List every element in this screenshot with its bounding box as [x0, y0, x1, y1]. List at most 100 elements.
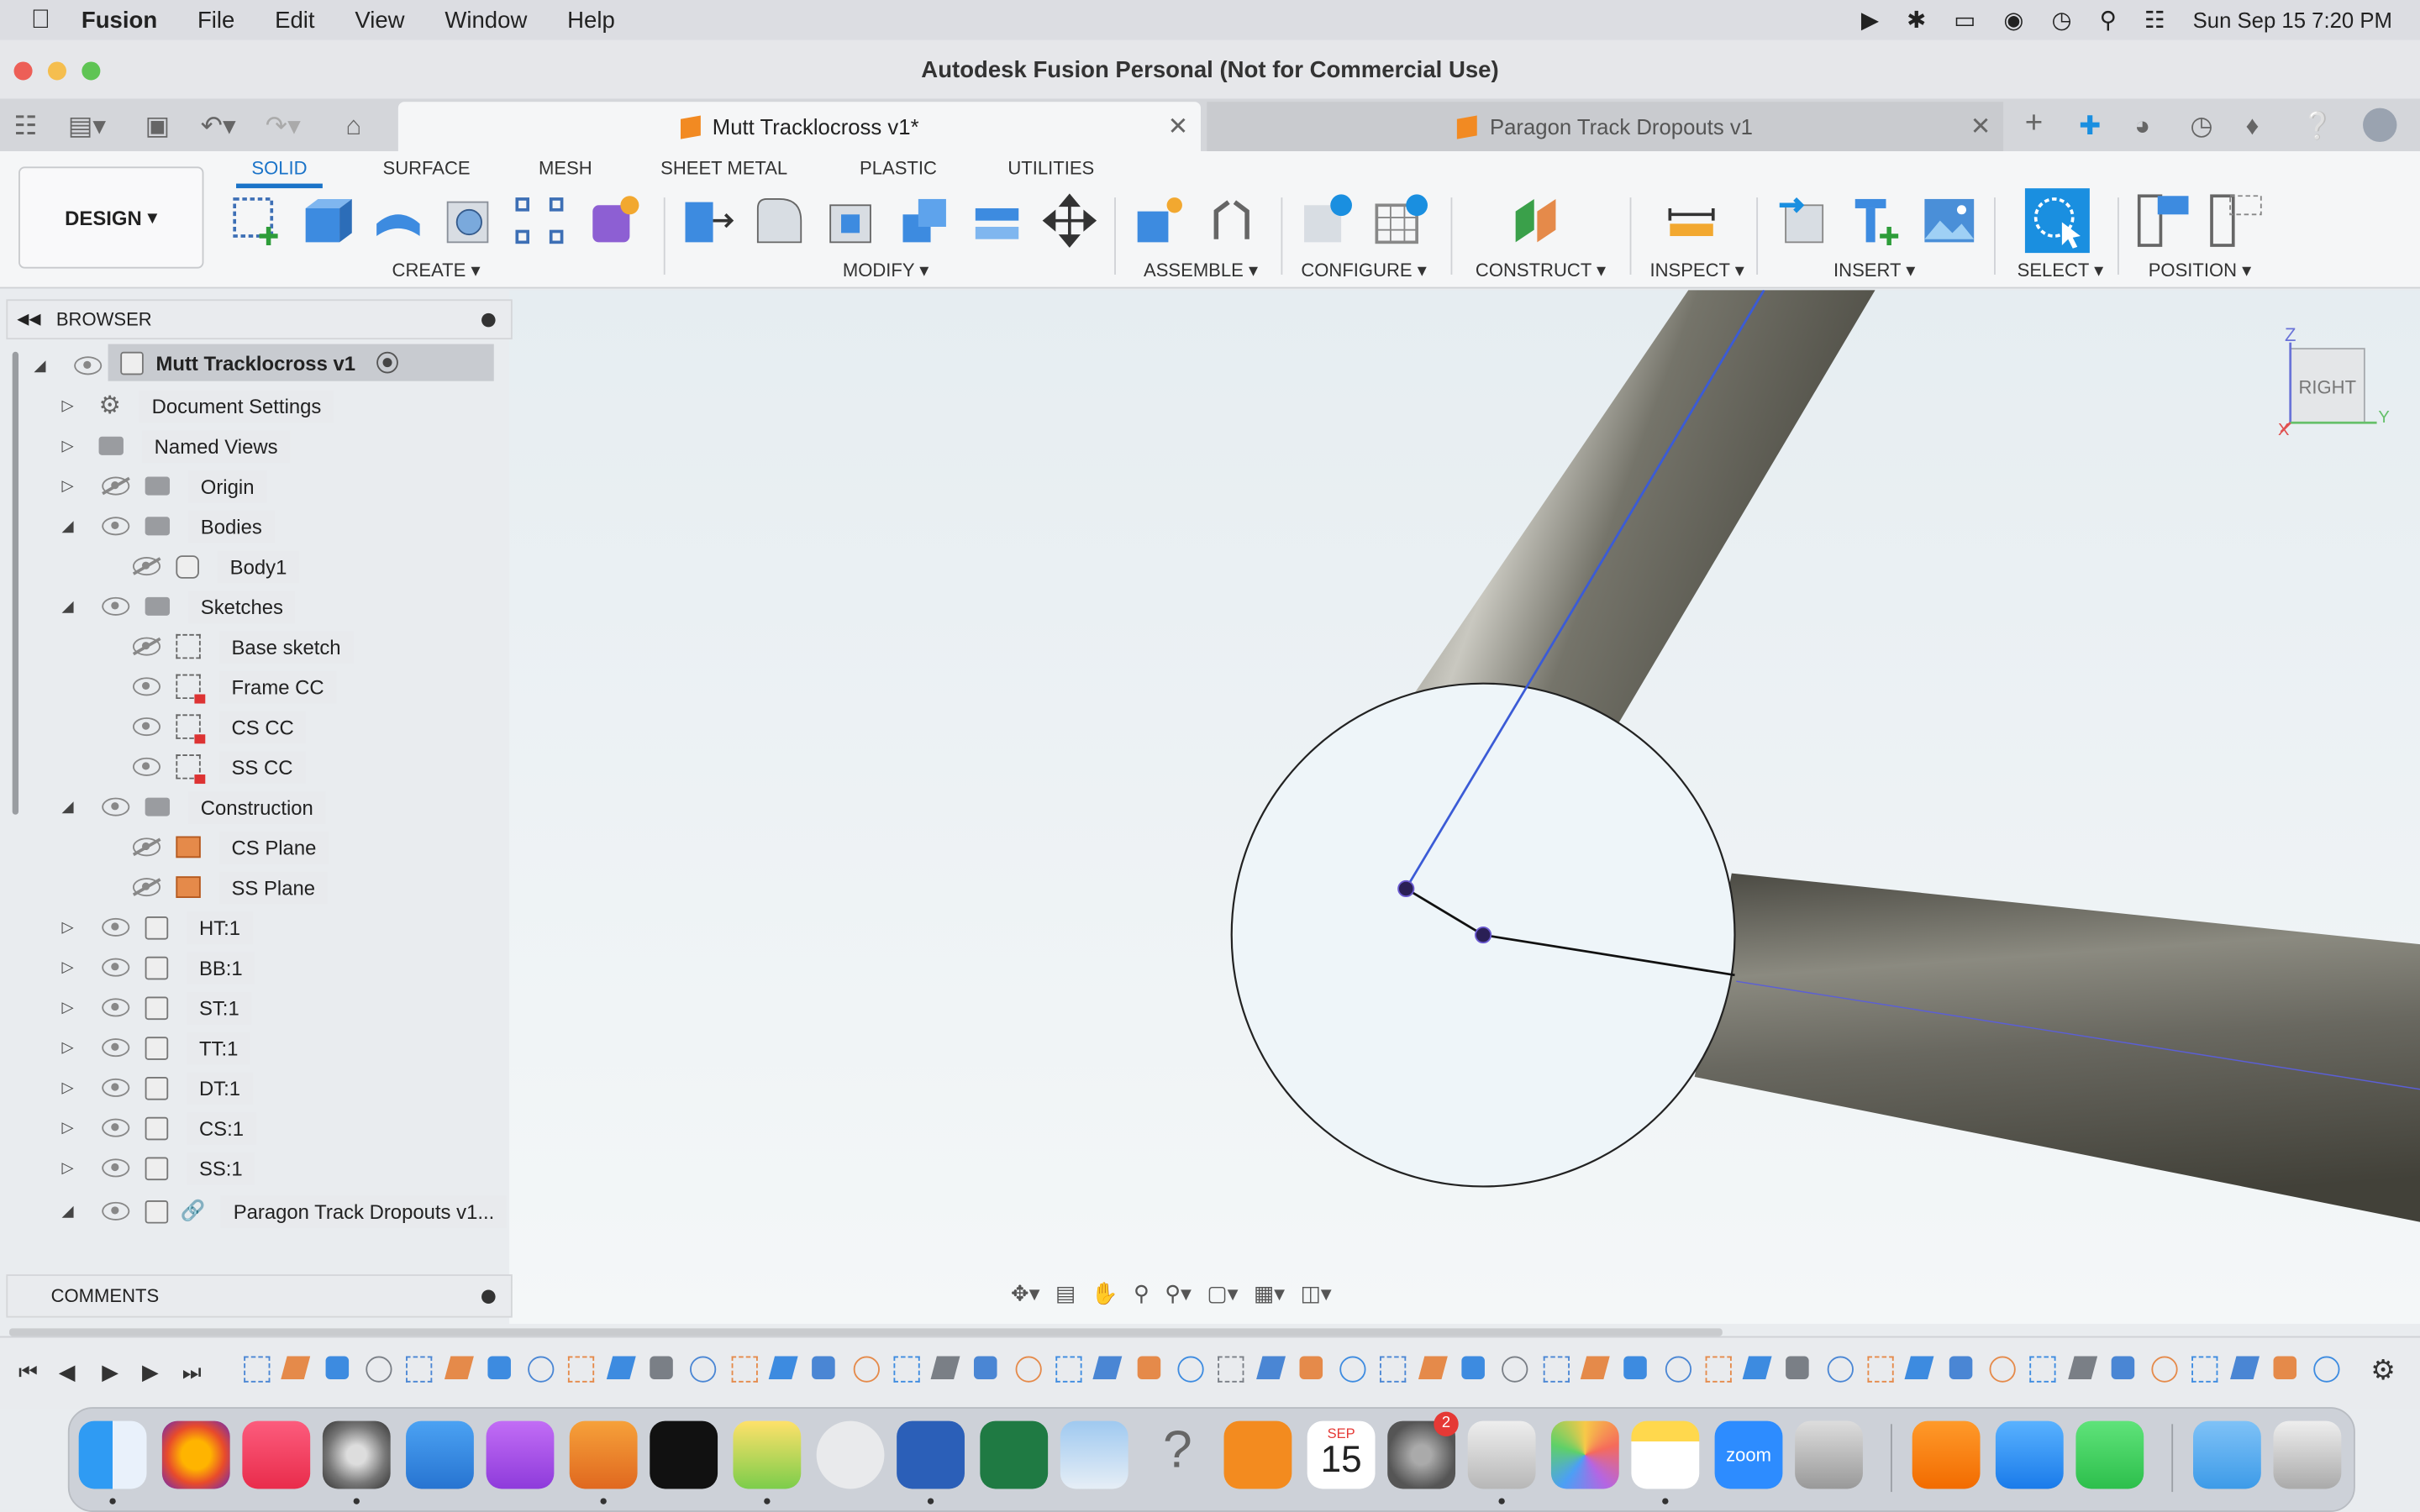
- tab-solid[interactable]: SOLID: [236, 157, 323, 189]
- expand-triangle-icon[interactable]: ▷: [61, 397, 73, 414]
- group-select[interactable]: SELECT ▾: [2018, 260, 2104, 281]
- configure-design-icon[interactable]: [1301, 193, 1356, 249]
- offset-plane-icon[interactable]: [1509, 193, 1565, 249]
- configuration-table-icon[interactable]: [1374, 193, 1429, 249]
- group-assemble[interactable]: ASSEMBLE ▾: [1144, 260, 1258, 281]
- timeline-feature-icon[interactable]: [1255, 1356, 1286, 1380]
- timeline-feature-icon[interactable]: [1418, 1356, 1448, 1380]
- notifications-bell-icon[interactable]: ♦: [2245, 111, 2259, 142]
- insert-derive-icon[interactable]: [1776, 193, 1832, 249]
- browser-item-ss-plane[interactable]: SS Plane: [0, 870, 509, 904]
- browser-item-origin[interactable]: ▷ Origin: [0, 469, 509, 502]
- timeline-settings-gear-icon[interactable]: ⚙: [2370, 1355, 2396, 1388]
- menu-file[interactable]: File: [197, 7, 234, 33]
- rectangular-pattern-icon[interactable]: [513, 193, 568, 249]
- visibility-eye-icon[interactable]: [74, 356, 103, 375]
- timeline-feature-icon[interactable]: [2111, 1356, 2134, 1380]
- step-forward-icon[interactable]: ▶: [142, 1359, 159, 1385]
- group-position[interactable]: POSITION ▾: [2149, 260, 2252, 281]
- books-app-icon[interactable]: [1223, 1420, 1292, 1489]
- timeline-feature-icon[interactable]: [406, 1356, 433, 1383]
- tab-sheet-metal[interactable]: SHEET METAL: [660, 157, 787, 179]
- browser-item-dt-1[interactable]: ▷ DT:1: [0, 1071, 509, 1105]
- shell-icon[interactable]: [824, 193, 880, 249]
- group-modify[interactable]: MODIFY ▾: [843, 260, 929, 281]
- downloads-folder-icon[interactable]: [2193, 1420, 2261, 1489]
- zoom-app-icon[interactable]: zoom: [1714, 1420, 1783, 1489]
- excel-app-icon[interactable]: [980, 1420, 1049, 1489]
- browser-item-cs-plane[interactable]: CS Plane: [0, 830, 509, 864]
- timeline-feature-icon[interactable]: [1380, 1356, 1407, 1383]
- timeline-feature-icon[interactable]: [1664, 1356, 1691, 1383]
- viewport-canvas[interactable]: RIGHT Z Y X: [509, 289, 2420, 1324]
- browser-item-cs-1[interactable]: ▷ CS:1: [0, 1110, 509, 1144]
- timeline-feature-icon[interactable]: [1580, 1356, 1610, 1380]
- tab-paragon-track-dropouts[interactable]: Paragon Track Dropouts v1 ✕: [1207, 102, 2004, 152]
- menu-view[interactable]: View: [355, 7, 404, 33]
- browser-item-ss-cc[interactable]: SS CC: [0, 750, 509, 785]
- play-icon[interactable]: ▶: [102, 1359, 118, 1385]
- timeline-feature-icon[interactable]: [1177, 1356, 1204, 1383]
- expand-triangle-icon[interactable]: ▷: [61, 919, 73, 936]
- timeline-feature-icon[interactable]: [2273, 1356, 2297, 1380]
- guitar-pro-app-icon[interactable]: [406, 1420, 474, 1489]
- look-at-icon[interactable]: ▤: [1055, 1280, 1076, 1306]
- timeline-feature-icon[interactable]: [974, 1356, 998, 1380]
- notes-app-icon[interactable]: [1631, 1420, 1700, 1489]
- play-status-icon[interactable]: ▶: [1861, 6, 1879, 34]
- word-app-icon[interactable]: [897, 1420, 965, 1489]
- measure-icon[interactable]: [1664, 193, 1719, 249]
- go-to-end-icon[interactable]: ⏭: [182, 1359, 202, 1385]
- browser-item-frame-cc[interactable]: Frame CC: [0, 669, 509, 704]
- timeline-feature-icon[interactable]: [1786, 1356, 1810, 1380]
- comments-panel[interactable]: COMMENTS: [6, 1274, 513, 1318]
- visibility-eye-icon[interactable]: [102, 797, 130, 816]
- timeline-feature-icon[interactable]: [1461, 1356, 1485, 1380]
- browser-header[interactable]: ◀◀ BROWSER: [6, 299, 513, 340]
- timeline-feature-icon[interactable]: [1705, 1356, 1732, 1383]
- menu-edit[interactable]: Edit: [275, 7, 314, 33]
- calendar-app-icon[interactable]: SEP 15: [1307, 1420, 1376, 1489]
- apple-tv-app-icon[interactable]: [650, 1420, 718, 1489]
- browser-item-bodies[interactable]: ◢ Bodies: [0, 509, 509, 543]
- timeline-feature-icon[interactable]: [1218, 1356, 1244, 1383]
- timeline-feature-icon[interactable]: [2067, 1356, 2097, 1380]
- expand-triangle-icon[interactable]: ◢: [61, 799, 73, 816]
- visibility-eye-icon[interactable]: [102, 917, 130, 937]
- data-panel-grid-icon[interactable]: ☷: [14, 111, 38, 142]
- group-construct[interactable]: CONSTRUCT ▾: [1476, 260, 1606, 281]
- photos-app-icon[interactable]: [1550, 1420, 1619, 1489]
- timeline-feature-icon[interactable]: [1905, 1356, 1934, 1380]
- timeline-feature-icon[interactable]: [930, 1356, 960, 1380]
- upper-tube-body[interactable]: [1413, 290, 1876, 726]
- timeline-feature-icon[interactable]: [2191, 1356, 2219, 1383]
- form-icon[interactable]: [587, 193, 642, 249]
- cycling-app-icon[interactable]: [733, 1420, 802, 1489]
- timeline-feature-icon[interactable]: [730, 1356, 758, 1383]
- apple-menu-icon[interactable]: : [31, 5, 50, 36]
- tab-utilities[interactable]: UTILITIES: [1007, 157, 1094, 179]
- disk-utility-app-icon[interactable]: [322, 1420, 391, 1489]
- visibility-eye-icon[interactable]: [102, 1118, 130, 1137]
- fillet-icon[interactable]: [751, 193, 807, 249]
- expand-triangle-icon[interactable]: ▷: [61, 1079, 73, 1096]
- group-inspect[interactable]: INSPECT ▾: [1649, 260, 1744, 281]
- expand-triangle-icon[interactable]: ◢: [34, 357, 45, 374]
- expand-triangle-icon[interactable]: ◢: [61, 598, 73, 615]
- timeline-feature-icon[interactable]: [690, 1356, 717, 1383]
- viewports-icon[interactable]: ◫▾: [1300, 1280, 1331, 1306]
- browser-item-base-sketch[interactable]: Base sketch: [0, 629, 509, 663]
- timeline-feature-icon[interactable]: [324, 1356, 349, 1380]
- browser-item-tt-1[interactable]: ▷ TT:1: [0, 1031, 509, 1064]
- go-to-start-icon[interactable]: ⏮: [18, 1359, 38, 1385]
- timeline-feature-icon[interactable]: [1136, 1356, 1160, 1380]
- capture-position-icon[interactable]: [2136, 193, 2191, 249]
- timeline-feature-icon[interactable]: [1623, 1356, 1648, 1380]
- home-icon[interactable]: ⌂: [345, 111, 361, 142]
- extrude-icon[interactable]: [299, 193, 355, 249]
- visibility-eye-icon[interactable]: [102, 1201, 130, 1221]
- zoom-window-icon[interactable]: ⚲▾: [1165, 1280, 1192, 1306]
- menu-app-fusion[interactable]: Fusion: [82, 7, 157, 33]
- combine-icon[interactable]: [897, 193, 952, 249]
- timeline-feature-icon[interactable]: [2151, 1356, 2178, 1383]
